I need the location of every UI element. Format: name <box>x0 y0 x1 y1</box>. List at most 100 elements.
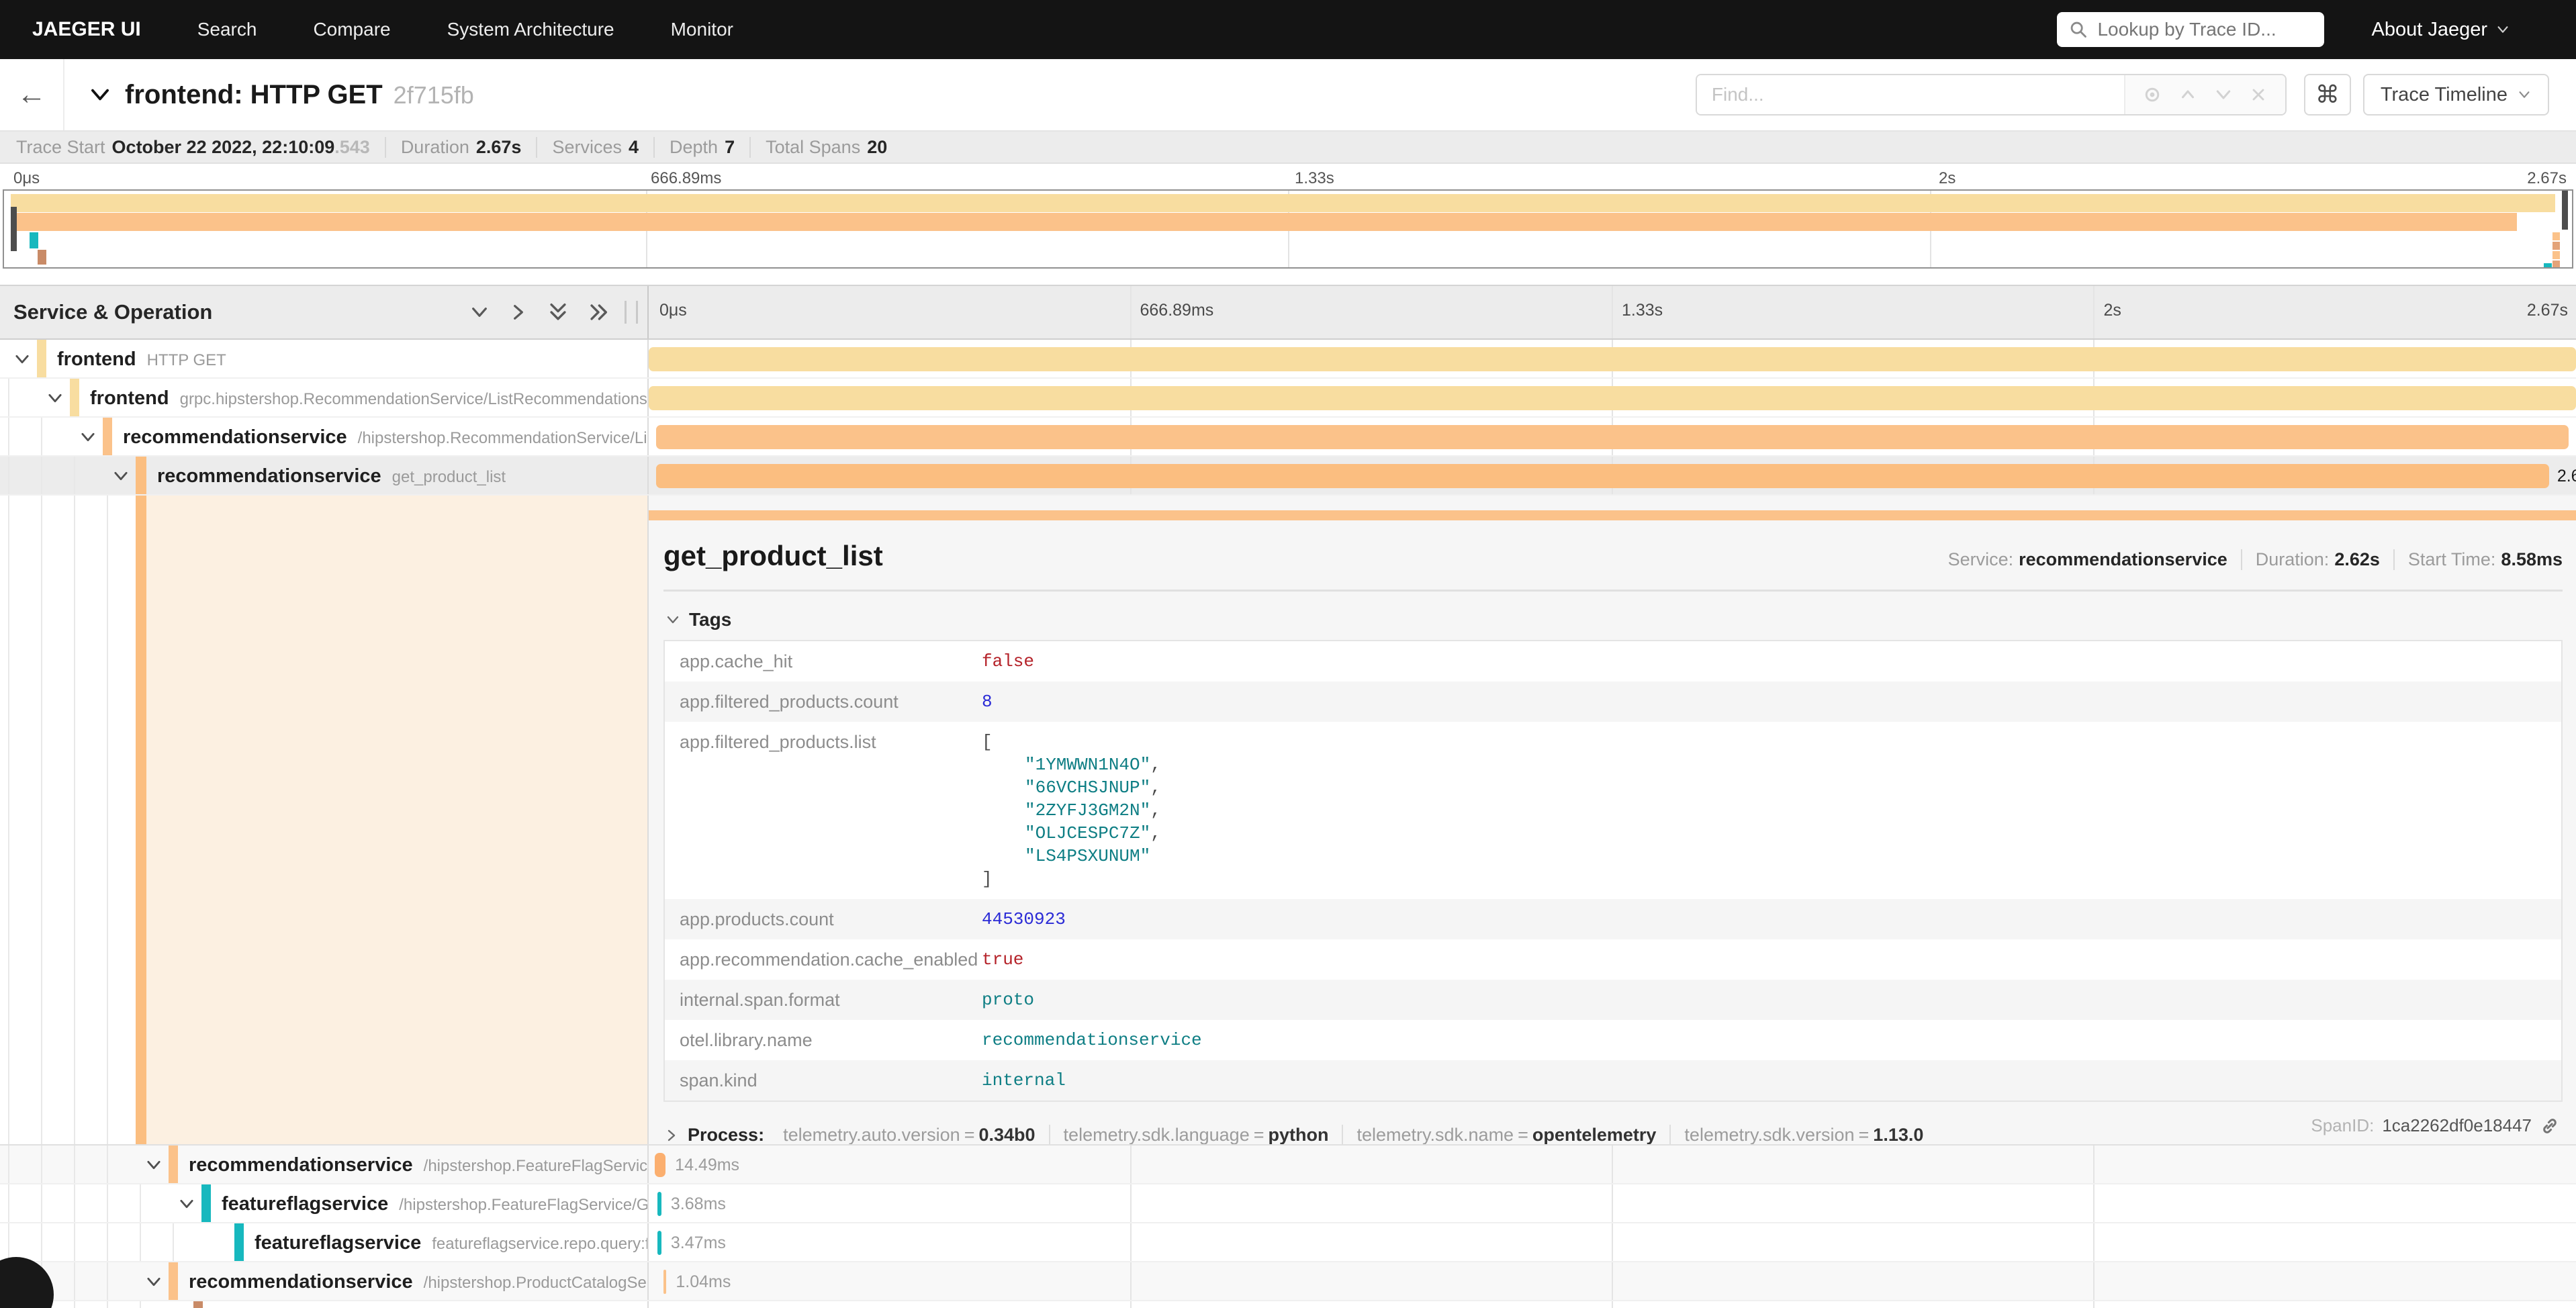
trace-lookup-box[interactable] <box>2057 12 2324 47</box>
span-row-featureflag-call[interactable]: recommendationservice/hipstershop.Featur… <box>0 1146 2576 1184</box>
tags-section-toggle[interactable]: Tags <box>665 609 2563 630</box>
find-input[interactable] <box>1697 75 2124 114</box>
collapse-all-icon[interactable] <box>547 301 569 324</box>
span-row-product-catalog-call[interactable]: recommendationservice/hipstershop.Produc… <box>0 1262 2576 1301</box>
service-color-bar <box>136 457 146 494</box>
span-service: recommendationservice <box>123 426 347 448</box>
tag-row: otel.library.name recommendationservice <box>665 1020 2561 1060</box>
nav-item-search[interactable]: Search <box>197 19 257 40</box>
find-clear-icon[interactable] <box>2249 85 2268 104</box>
span-operation: /hipstershop.ProductCatalogSer... <box>424 1274 649 1292</box>
tag-row: span.kind internal <box>665 1060 2561 1101</box>
nav-item-monitor[interactable]: Monitor <box>671 19 733 40</box>
trace-depth: Depth7 <box>655 137 751 158</box>
span-bar[interactable] <box>656 425 2568 449</box>
nav-item-system-architecture[interactable]: System Architecture <box>447 19 614 40</box>
tick-label: 2s <box>1939 169 1956 188</box>
chevron-down-icon[interactable] <box>46 389 64 408</box>
about-jaeger-menu[interactable]: About Jaeger <box>2371 19 2510 41</box>
keyboard-shortcuts-button[interactable]: ⌘ <box>2304 74 2351 115</box>
service-color-bar <box>193 1301 203 1308</box>
span-bar[interactable] <box>657 1231 661 1255</box>
process-section-toggle[interactable]: Process: telemetry.auto.version=0.34b0 t… <box>663 1125 2563 1144</box>
span-bar[interactable] <box>657 1192 661 1216</box>
tag-row: internal.span.format proto <box>665 980 2561 1020</box>
span-id-label: SpanID: <box>2311 1115 2374 1136</box>
minimap-right-handle[interactable] <box>2562 191 2568 230</box>
tick-label: 1.33s <box>1295 169 1334 188</box>
tick-label: 1.33s <box>1622 301 1663 320</box>
service-color-bar <box>169 1146 178 1183</box>
span-service: recommendationservice <box>189 1271 413 1293</box>
minimap-span-right-3 <box>2552 251 2560 259</box>
tag-row: app.cache_hit false <box>665 641 2561 682</box>
tick-label: 2.67s <box>2527 301 2568 320</box>
span-row-get-product-list[interactable]: recommendationserviceget_product_list 2.… <box>0 457 2576 496</box>
span-row-frontend-grpc[interactable]: frontendgrpc.hipstershop.RecommendationS… <box>0 379 2576 418</box>
span-operation: /hipstershop.RecommendationService/Lis..… <box>358 429 649 447</box>
span-id-value: 1ca2262df0e18447 <box>2382 1115 2532 1136</box>
span-rows: frontendHTTP GET frontendgrpc.hipstersho… <box>0 340 2576 1308</box>
tick-label: 2s <box>2104 301 2121 320</box>
tick-label: 2.67s <box>2527 169 2567 188</box>
trace-lookup-input[interactable] <box>2097 19 2299 40</box>
expand-all-icon[interactable] <box>587 301 610 324</box>
timeline-header-row: Service & Operation 0μs 666.89ms 1.33s 2… <box>0 285 2576 340</box>
chevron-down-icon[interactable] <box>177 1195 196 1213</box>
tag-key: internal.span.format <box>665 988 982 1011</box>
tag-value: proto <box>982 988 1034 1011</box>
panel-resize-grip[interactable] <box>625 301 638 324</box>
trace-services-count: Services4 <box>537 137 655 158</box>
chevron-down-icon[interactable] <box>13 350 32 369</box>
span-row-frontend-http-get[interactable]: frontendHTTP GET <box>0 340 2576 379</box>
app-logo[interactable]: JAEGER UI <box>32 18 141 41</box>
minimap-span-right-1 <box>2552 232 2560 240</box>
collapse-one-icon[interactable] <box>469 301 490 323</box>
minimap-span-featureflag <box>30 232 38 248</box>
trace-start: Trace StartOctober 22 2022, 22:10:09.543 <box>16 137 386 158</box>
find-group <box>1696 74 2287 115</box>
chevron-down-icon[interactable] <box>144 1272 163 1291</box>
span-row-featureflag-repo-query[interactable]: featureflagservicefeatureflagservice.rep… <box>0 1223 2576 1262</box>
match-case-icon[interactable] <box>2142 85 2162 105</box>
span-detail-row: get_product_list Service:recommendations… <box>0 496 2576 1146</box>
timeline-ruler: 0μs 666.89ms 1.33s 2s 2.67s <box>649 286 2576 338</box>
process-tag: telemetry.sdk.language=python <box>1050 1125 1344 1144</box>
tag-key: app.cache_hit <box>665 650 982 673</box>
search-icon <box>2069 20 2088 39</box>
service-operation-title: Service & Operation <box>13 300 212 324</box>
nav-item-compare[interactable]: Compare <box>313 19 390 40</box>
span-row-recommendation-grpc[interactable]: recommendationservice/hipstershop.Recomm… <box>0 418 2576 457</box>
minimap-left-handle[interactable] <box>11 207 17 251</box>
span-bar[interactable] <box>655 1153 665 1177</box>
span-duration: 14.49ms <box>675 1146 739 1183</box>
collapse-trace-chevron[interactable] <box>87 82 113 107</box>
span-bar[interactable] <box>649 347 2576 371</box>
span-bar[interactable] <box>663 1270 666 1294</box>
link-icon[interactable] <box>2540 1116 2560 1136</box>
find-next-icon[interactable] <box>2213 85 2234 105</box>
span-id-row: SpanID: 1ca2262df0e18447 <box>2311 1115 2560 1136</box>
tags-section-title: Tags <box>689 609 731 630</box>
trace-view-selector[interactable]: Trace Timeline <box>2363 74 2549 115</box>
chevron-down-icon[interactable] <box>144 1156 163 1174</box>
span-service: frontend <box>90 387 169 409</box>
service-operation-header: Service & Operation <box>0 286 649 338</box>
back-button[interactable]: ← <box>0 59 64 130</box>
tag-value: 8 <box>982 690 993 713</box>
minimap-span-right-teal <box>2544 263 2552 267</box>
span-bar[interactable] <box>649 386 2576 410</box>
chevron-right-icon <box>663 1127 680 1143</box>
expand-one-icon[interactable] <box>508 301 529 323</box>
tag-value: 44530923 <box>982 908 1066 931</box>
trace-minimap[interactable] <box>3 189 2573 269</box>
span-detail-meta: Service:recommendationservice Duration:2… <box>1935 549 2563 570</box>
span-bar[interactable] <box>656 464 2548 488</box>
trace-title: frontend: HTTP GET2f715fb <box>125 80 474 110</box>
span-row-partial[interactable] <box>0 1301 2576 1308</box>
find-prev-icon[interactable] <box>2178 85 2198 105</box>
about-jaeger-label: About Jaeger <box>2371 19 2487 41</box>
chevron-down-icon[interactable] <box>111 467 130 485</box>
span-row-featureflagservice-grpc[interactable]: featureflagservice/hipstershop.FeatureFl… <box>0 1184 2576 1223</box>
chevron-down-icon[interactable] <box>79 428 97 447</box>
